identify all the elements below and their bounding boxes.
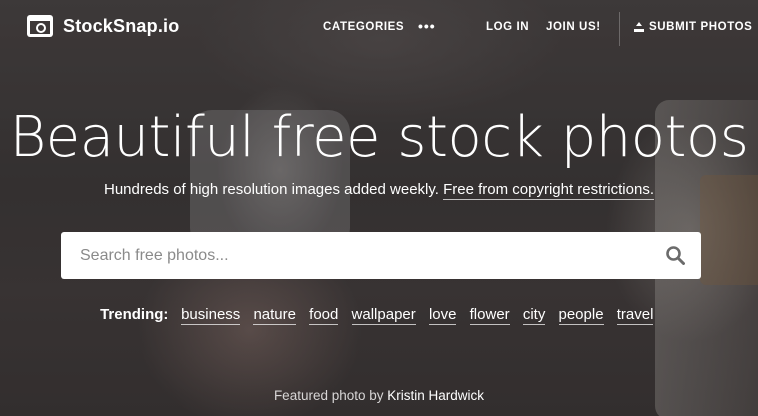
trending-tag[interactable]: city [522, 306, 546, 325]
credit-author-link[interactable]: Kristin Hardwick [387, 388, 484, 403]
nav-join[interactable]: JOIN US! [546, 21, 601, 33]
submit-photos-label: SUBMIT PHOTOS [649, 21, 753, 33]
nav-divider [619, 12, 620, 46]
search-bar [61, 232, 701, 279]
camera-icon [27, 15, 53, 37]
credit-prefix: Featured photo by [273, 388, 384, 403]
nav-categories[interactable]: CATEGORIES [323, 21, 404, 33]
nav-login[interactable]: LOG IN [486, 21, 529, 33]
trending-tag[interactable]: nature [253, 306, 296, 325]
trending-tag[interactable]: flower [469, 306, 510, 325]
trending-tag[interactable]: wallpaper [351, 306, 416, 325]
copyright-link[interactable]: Free from copyright restrictions. [443, 181, 654, 200]
hero-headline: Beautiful free stock photos [9, 105, 749, 170]
trending-tag[interactable]: food [309, 306, 339, 325]
subline-text: Hundreds of high resolution images added… [104, 181, 439, 198]
submit-photos-button[interactable]: SUBMIT PHOTOS [634, 21, 752, 33]
upload-icon [634, 22, 644, 32]
trending-tag[interactable]: travel [616, 306, 654, 325]
trending-label: Trending: [100, 306, 169, 323]
trending-tags: Trending: business nature food wallpaper… [0, 306, 758, 325]
search-input[interactable] [80, 232, 640, 279]
trending-tag[interactable]: business [181, 306, 241, 325]
trending-tag[interactable]: love [428, 306, 457, 325]
search-icon[interactable] [665, 245, 685, 265]
hero-subline: Hundreds of high resolution images added… [0, 181, 758, 200]
logo-text: StockSnap.io [63, 15, 180, 36]
site-logo[interactable]: StockSnap.io [27, 15, 179, 37]
photo-credit: Featured photo by Kristin Hardwick [0, 388, 758, 403]
trending-tag[interactable]: people [558, 306, 604, 325]
more-menu-icon[interactable]: ••• [418, 18, 436, 34]
